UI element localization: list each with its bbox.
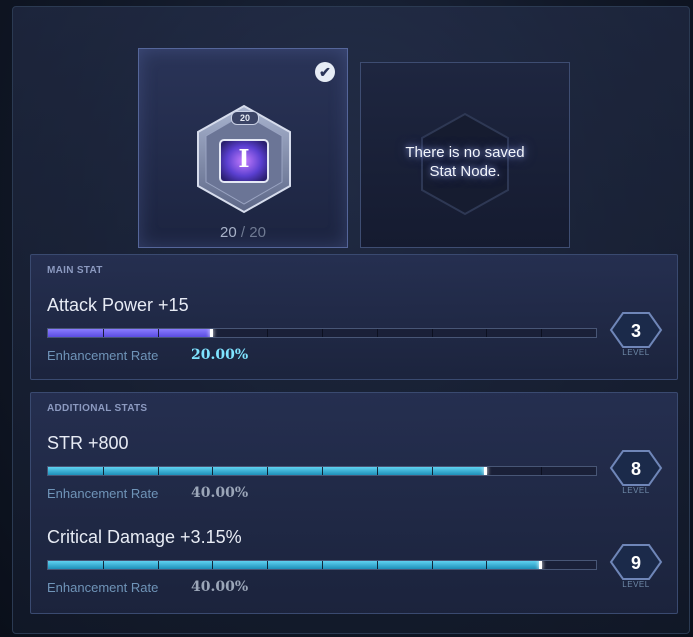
level-indicator: 3 LEVEL	[609, 311, 663, 361]
count-current: 20	[220, 224, 237, 241]
empty-slot-message: There is no saved Stat Node.	[361, 143, 569, 181]
empty-message-line2: Stat Node.	[429, 163, 501, 180]
progress-tick	[322, 467, 323, 475]
progress-tick	[102, 329, 104, 337]
rate-value: 40.00%	[191, 485, 249, 501]
rate-value: 20.00%	[191, 347, 249, 363]
progress-tick	[267, 329, 269, 337]
progress-tick	[541, 329, 543, 337]
progress-tick	[486, 329, 488, 337]
section-title: MAIN STAT	[47, 265, 103, 276]
progress-tick	[376, 561, 378, 569]
count-max: 20	[249, 224, 266, 241]
level-number: 3	[630, 321, 641, 341]
progress-tick	[322, 329, 323, 337]
progress-bar	[47, 466, 597, 476]
level-number: 9	[630, 553, 641, 573]
progress-tick	[157, 329, 159, 337]
level-indicator: 8 LEVEL	[609, 449, 663, 499]
count-separator: /	[236, 224, 250, 241]
additional-stats-panel: ADDITIONAL STATS STR +800 Enhancement Ra…	[30, 392, 678, 614]
progress-marker	[539, 561, 543, 569]
section-title: ADDITIONAL STATS	[47, 403, 148, 414]
level-word: LEVEL	[622, 486, 650, 495]
rate-label: Enhancement Rate	[47, 580, 159, 595]
stat-node-slot-empty[interactable]: There is no saved Stat Node.	[360, 62, 570, 248]
progress-tick	[376, 467, 378, 475]
rate-label: Enhancement Rate	[47, 348, 159, 363]
progress-tick	[322, 561, 323, 569]
progress-fill	[48, 329, 213, 337]
progress-tick	[267, 561, 269, 569]
progress-tick	[102, 561, 104, 569]
progress-fill	[48, 561, 542, 569]
check-icon: ✔	[315, 62, 335, 82]
progress-tick	[102, 467, 104, 475]
progress-tick	[376, 329, 378, 337]
level-number: 8	[630, 459, 641, 479]
progress-tick	[212, 467, 214, 475]
progress-tick	[431, 467, 433, 475]
level-word: LEVEL	[622, 348, 650, 357]
progress-marker	[210, 329, 214, 337]
progress-tick	[431, 329, 433, 337]
progress-tick	[431, 561, 433, 569]
progress-bar	[47, 328, 597, 338]
rate-value: 40.00%	[191, 579, 249, 595]
progress-tick	[157, 561, 159, 569]
level-indicator: 9 LEVEL	[609, 543, 663, 593]
progress-tick	[212, 561, 214, 569]
level-word: LEVEL	[622, 580, 650, 589]
stat-glyph: I	[238, 144, 250, 173]
progress-tick	[486, 561, 488, 569]
level-badge: 20	[231, 111, 259, 125]
progress-tick	[541, 467, 543, 475]
rate-label: Enhancement Rate	[47, 486, 159, 501]
main-stat-panel: MAIN STAT Attack Power +15 Enhancement R…	[30, 254, 678, 380]
empty-message-line1: There is no saved	[405, 144, 525, 161]
progress-marker	[484, 467, 488, 475]
progress-tick	[267, 467, 269, 475]
stat-name: STR +800	[47, 433, 129, 453]
node-count: 20 / 20	[139, 224, 347, 241]
stat-name: Attack Power +15	[47, 295, 189, 315]
progress-bar	[47, 560, 597, 570]
stat-name: Critical Damage +3.15%	[47, 527, 242, 547]
stat-node-slot-active[interactable]: ✔ 20 I 20 / 20	[138, 48, 348, 248]
progress-tick	[157, 467, 159, 475]
